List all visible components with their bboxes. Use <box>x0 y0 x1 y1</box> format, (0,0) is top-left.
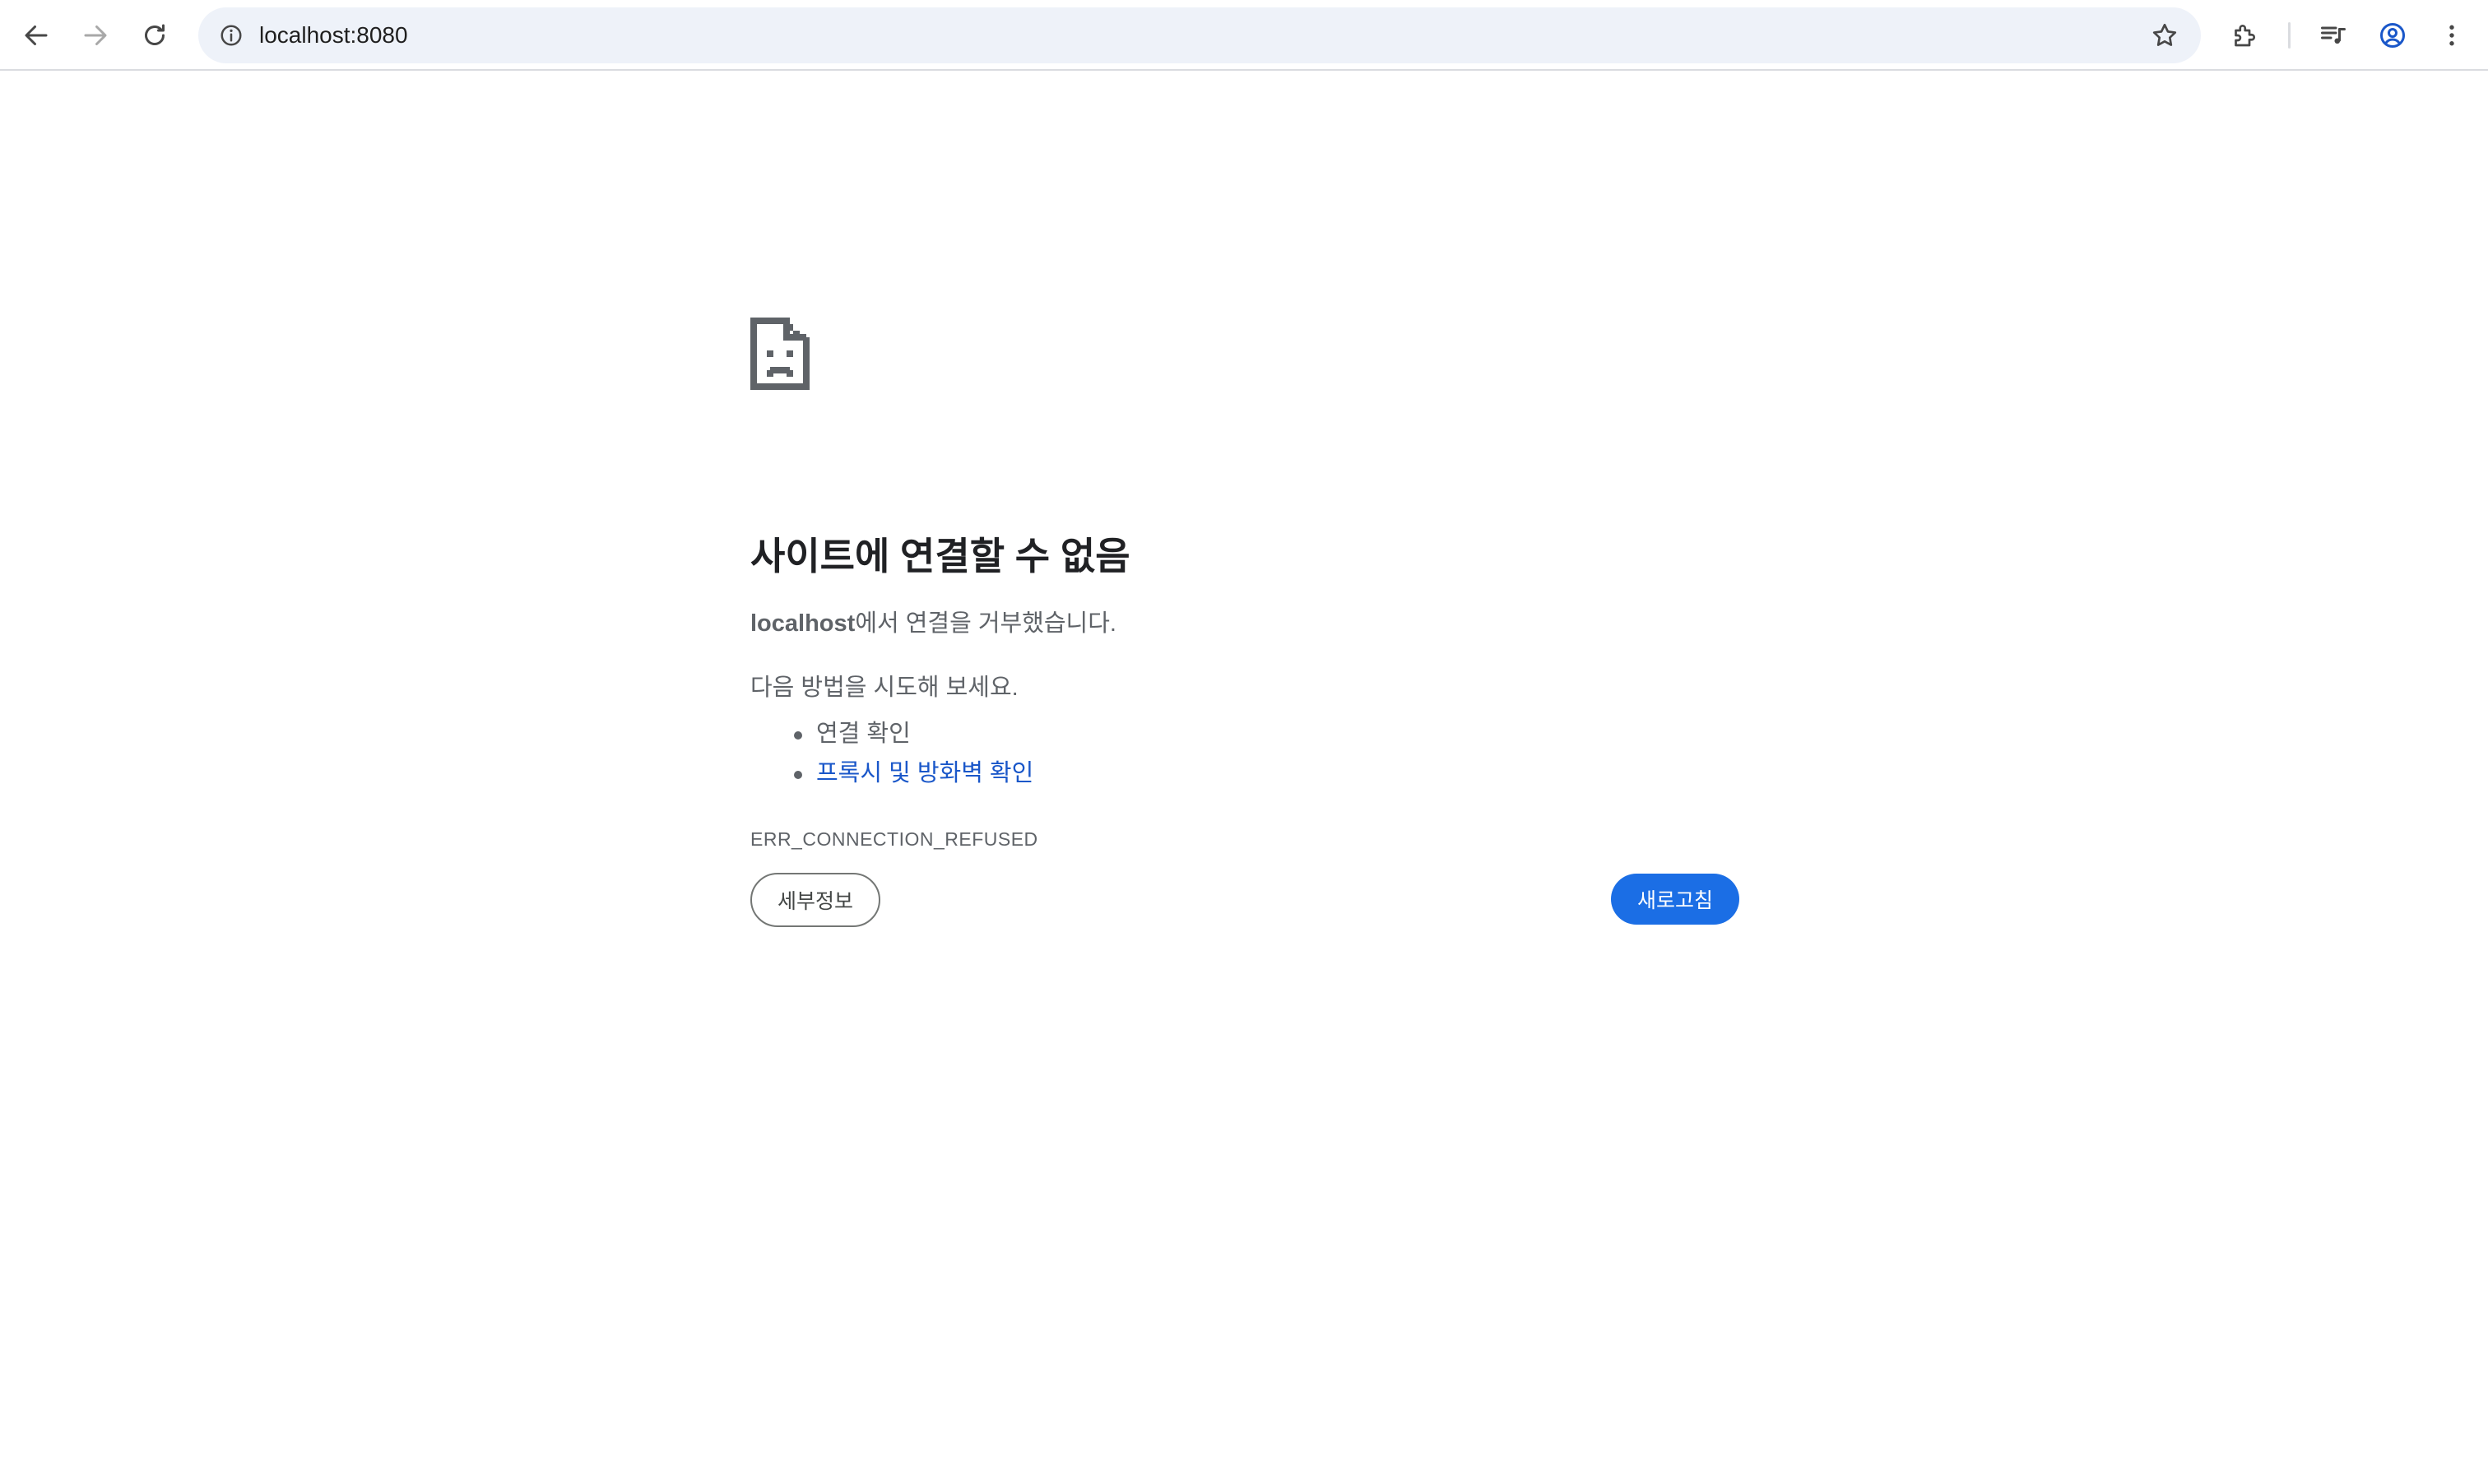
info-icon <box>220 25 242 46</box>
error-host: localhost <box>750 610 856 637</box>
suggestion-check-connection: 연결 확인 <box>750 714 1033 754</box>
media-control-icon <box>2321 26 2346 44</box>
address-bar[interactable]: localhost:8080 <box>198 7 2201 63</box>
browser-window: localhost:8080 사이트에 연결할 수 없음 localhost에서… <box>0 0 2488 1484</box>
reload-page-button[interactable]: 새로고침 <box>1611 874 1739 925</box>
menu-button[interactable] <box>2432 16 2472 55</box>
suggestions-list: 연결 확인 프록시 및 방화벽 확인 <box>750 714 1033 793</box>
toolbar-separator <box>2288 22 2291 49</box>
error-summary-text: 에서 연결을 거부했습니다. <box>855 610 1116 637</box>
bookmark-button[interactable] <box>2145 16 2184 55</box>
back-arrow-icon <box>25 26 48 45</box>
browser-toolbar: localhost:8080 <box>0 0 2488 71</box>
url-text[interactable]: localhost:8080 <box>259 7 408 63</box>
suggestion-check-proxy-firewall-link[interactable]: 프록시 및 방화벽 확인 <box>750 754 1033 793</box>
error-summary: localhost에서 연결을 거부했습니다. <box>750 607 1116 640</box>
puzzle-icon <box>2235 25 2255 47</box>
suggestions-heading: 다음 방법을 시도해 보세요. <box>750 675 1019 701</box>
details-button[interactable]: 세부정보 <box>750 873 880 927</box>
error-code: ERR_CONNECTION_REFUSED <box>750 828 1038 850</box>
star-icon <box>2152 23 2177 46</box>
back-button[interactable] <box>16 16 56 55</box>
sad-page-icon <box>750 318 810 390</box>
profile-icon <box>2380 23 2405 48</box>
site-info-button[interactable] <box>211 16 251 55</box>
reload-button[interactable] <box>135 16 174 55</box>
more-vert-icon <box>2449 25 2454 46</box>
forward-arrow-icon <box>84 26 107 45</box>
forward-button[interactable] <box>76 16 115 55</box>
profile-button[interactable] <box>2373 16 2412 55</box>
media-control-button[interactable] <box>2314 16 2353 55</box>
reload-icon <box>145 24 165 45</box>
extensions-button[interactable] <box>2225 16 2264 55</box>
error-title: 사이트에 연결할 수 없음 <box>750 535 1130 577</box>
